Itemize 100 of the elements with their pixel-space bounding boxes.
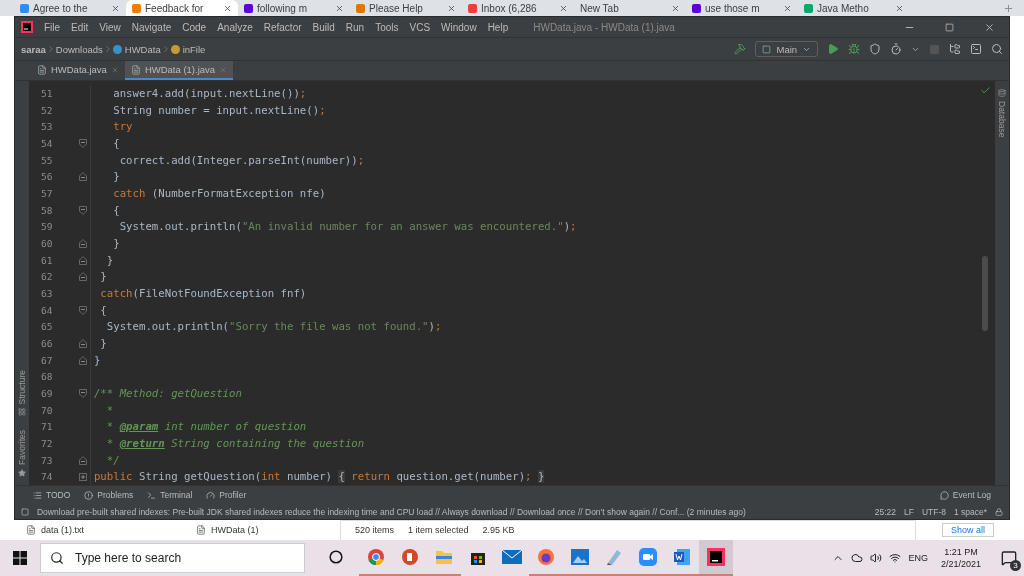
menu-item[interactable]: Edit	[71, 21, 89, 33]
close-icon[interactable]	[223, 3, 232, 13]
line-number: 53	[39, 121, 54, 133]
line-number: 69	[39, 387, 54, 399]
status-item[interactable]: UTF-8	[921, 506, 946, 517]
fold-icon[interactable]	[78, 272, 87, 282]
fold-icon[interactable]	[78, 138, 87, 148]
status-message[interactable]: Download pre-built shared indexes: Pre-built JDK shared indexes reduce the indexing time and CPU load // Always download // Download once // Don't show again // Conf... (2 minutes ago)	[36, 506, 867, 517]
menu-item[interactable]: View	[99, 21, 121, 33]
terminal-icon	[147, 490, 157, 500]
menu-item[interactable]: Navigate	[131, 21, 172, 33]
tool-window-tab[interactable]: Structure	[16, 369, 27, 405]
close-icon[interactable]	[335, 3, 344, 13]
new-tab-icon[interactable]	[1003, 2, 1014, 14]
fold-icon[interactable]	[78, 355, 87, 365]
fold-icon[interactable]	[78, 172, 87, 182]
timer-icon[interactable]	[890, 43, 903, 55]
tool-window-button[interactable]: Terminal	[147, 490, 193, 500]
browser-tab[interactable]: Inbox (6,286	[462, 0, 574, 16]
close-icon[interactable]	[671, 3, 680, 13]
clock-time[interactable]: 1:21 PM	[944, 547, 978, 557]
download-item[interactable]: HWData (1)	[211, 525, 259, 535]
terminal-icon[interactable]	[970, 43, 983, 55]
class-icon	[112, 44, 122, 54]
shield-icon[interactable]	[869, 43, 882, 55]
breadcrumb-item[interactable]: HWData	[124, 43, 161, 55]
menu-item[interactable]: Tools	[375, 21, 399, 33]
close-icon[interactable]	[895, 3, 904, 13]
alert-icon	[84, 490, 94, 500]
tool-window-button[interactable]: TODO	[32, 490, 71, 500]
tool-window-tab[interactable]: Favorites	[16, 430, 27, 465]
close-icon[interactable]	[559, 3, 568, 13]
cloud-icon[interactable]	[851, 552, 864, 564]
bug-icon[interactable]	[848, 43, 861, 55]
run-icon[interactable]	[827, 43, 840, 55]
clock-date[interactable]: 2/21/2021	[940, 559, 981, 569]
editor-tab[interactable]: HWData (1).java	[124, 61, 234, 80]
fold-icon[interactable]	[78, 255, 87, 265]
taskbar-button[interactable]	[699, 540, 733, 576]
status-item[interactable]: 1 space*	[954, 506, 988, 517]
show-all-button[interactable]: Show all	[941, 523, 994, 537]
code-line: catch (NumberFormatException nfe)	[112, 186, 327, 200]
menu-item[interactable]: File	[43, 21, 61, 33]
line-number: 57	[39, 187, 54, 199]
close-icon[interactable]	[783, 3, 792, 13]
browser-tab[interactable]: Please Help	[350, 0, 462, 16]
folder-tree-icon[interactable]	[949, 43, 962, 55]
expand-icon[interactable]	[78, 472, 87, 481]
fold-icon[interactable]	[78, 455, 87, 465]
speaker-icon[interactable]	[870, 552, 883, 564]
structure-icon[interactable]	[17, 408, 26, 417]
line-number: 72	[39, 437, 54, 449]
browser-tab[interactable]: Java Metho	[798, 0, 910, 16]
tool-window-button[interactable]: Profiler	[206, 490, 247, 500]
breadcrumb-item[interactable]: Downloads	[55, 43, 103, 55]
fold-icon[interactable]	[78, 238, 87, 248]
tool-window-button[interactable]: Problems	[84, 490, 134, 500]
browser-tab[interactable]: following m	[238, 0, 350, 16]
download-item[interactable]: data (1).txt	[41, 525, 85, 535]
hammer-icon[interactable]	[734, 43, 747, 55]
close-icon[interactable]	[447, 3, 456, 13]
breadcrumb-item[interactable]: inFile	[182, 43, 206, 55]
menu-item[interactable]: Build	[312, 21, 335, 33]
menu-item[interactable]: Help	[487, 21, 509, 33]
browser-tab[interactable]: New Tab	[574, 0, 686, 16]
envelope-icon	[502, 550, 522, 564]
status-item[interactable]: LF	[903, 506, 914, 517]
search-field[interactable]: Type here to search	[40, 543, 305, 573]
star-icon[interactable]	[17, 469, 26, 477]
status-item[interactable]: 25:22	[874, 506, 896, 517]
menu-item[interactable]: Refactor	[263, 21, 302, 33]
fold-icon[interactable]	[78, 205, 87, 215]
language-indicator[interactable]: ENG	[908, 553, 928, 563]
database-icon[interactable]	[998, 89, 1007, 97]
menu-item[interactable]: Code	[182, 21, 207, 33]
scrollbar-thumb[interactable]	[982, 256, 989, 331]
maximize-icon	[944, 22, 954, 32]
lock-icon[interactable]	[995, 507, 1004, 516]
search-icon[interactable]	[991, 43, 1004, 55]
fold-icon[interactable]	[78, 305, 87, 315]
menu-item[interactable]: Run	[345, 21, 365, 33]
line-number: 64	[39, 304, 54, 316]
close-icon[interactable]	[111, 3, 120, 13]
event-log-button[interactable]: Event Log	[939, 490, 992, 500]
run-configuration-dropdown[interactable]: Main	[755, 41, 819, 57]
browser-tab[interactable]: Agree to the	[14, 0, 126, 16]
code-line: }	[99, 336, 108, 350]
breadcrumb-item[interactable]: saraa	[20, 43, 46, 55]
tool-window-tab[interactable]: Database	[997, 101, 1008, 138]
fold-icon[interactable]	[78, 338, 87, 348]
notification-button[interactable]: 3	[994, 540, 1024, 576]
close-icon	[983, 21, 995, 33]
fold-icon[interactable]	[78, 388, 87, 398]
menu-item[interactable]: Window	[441, 21, 477, 33]
menu-item[interactable]: VCS	[409, 21, 431, 33]
wifi-icon[interactable]	[889, 552, 902, 564]
menu-item[interactable]: Analyze	[217, 21, 253, 33]
editor-tab[interactable]: HWData.java	[30, 61, 125, 80]
browser-tab[interactable]: use those m	[686, 0, 798, 16]
browser-tab[interactable]: Feedback for	[126, 0, 238, 16]
